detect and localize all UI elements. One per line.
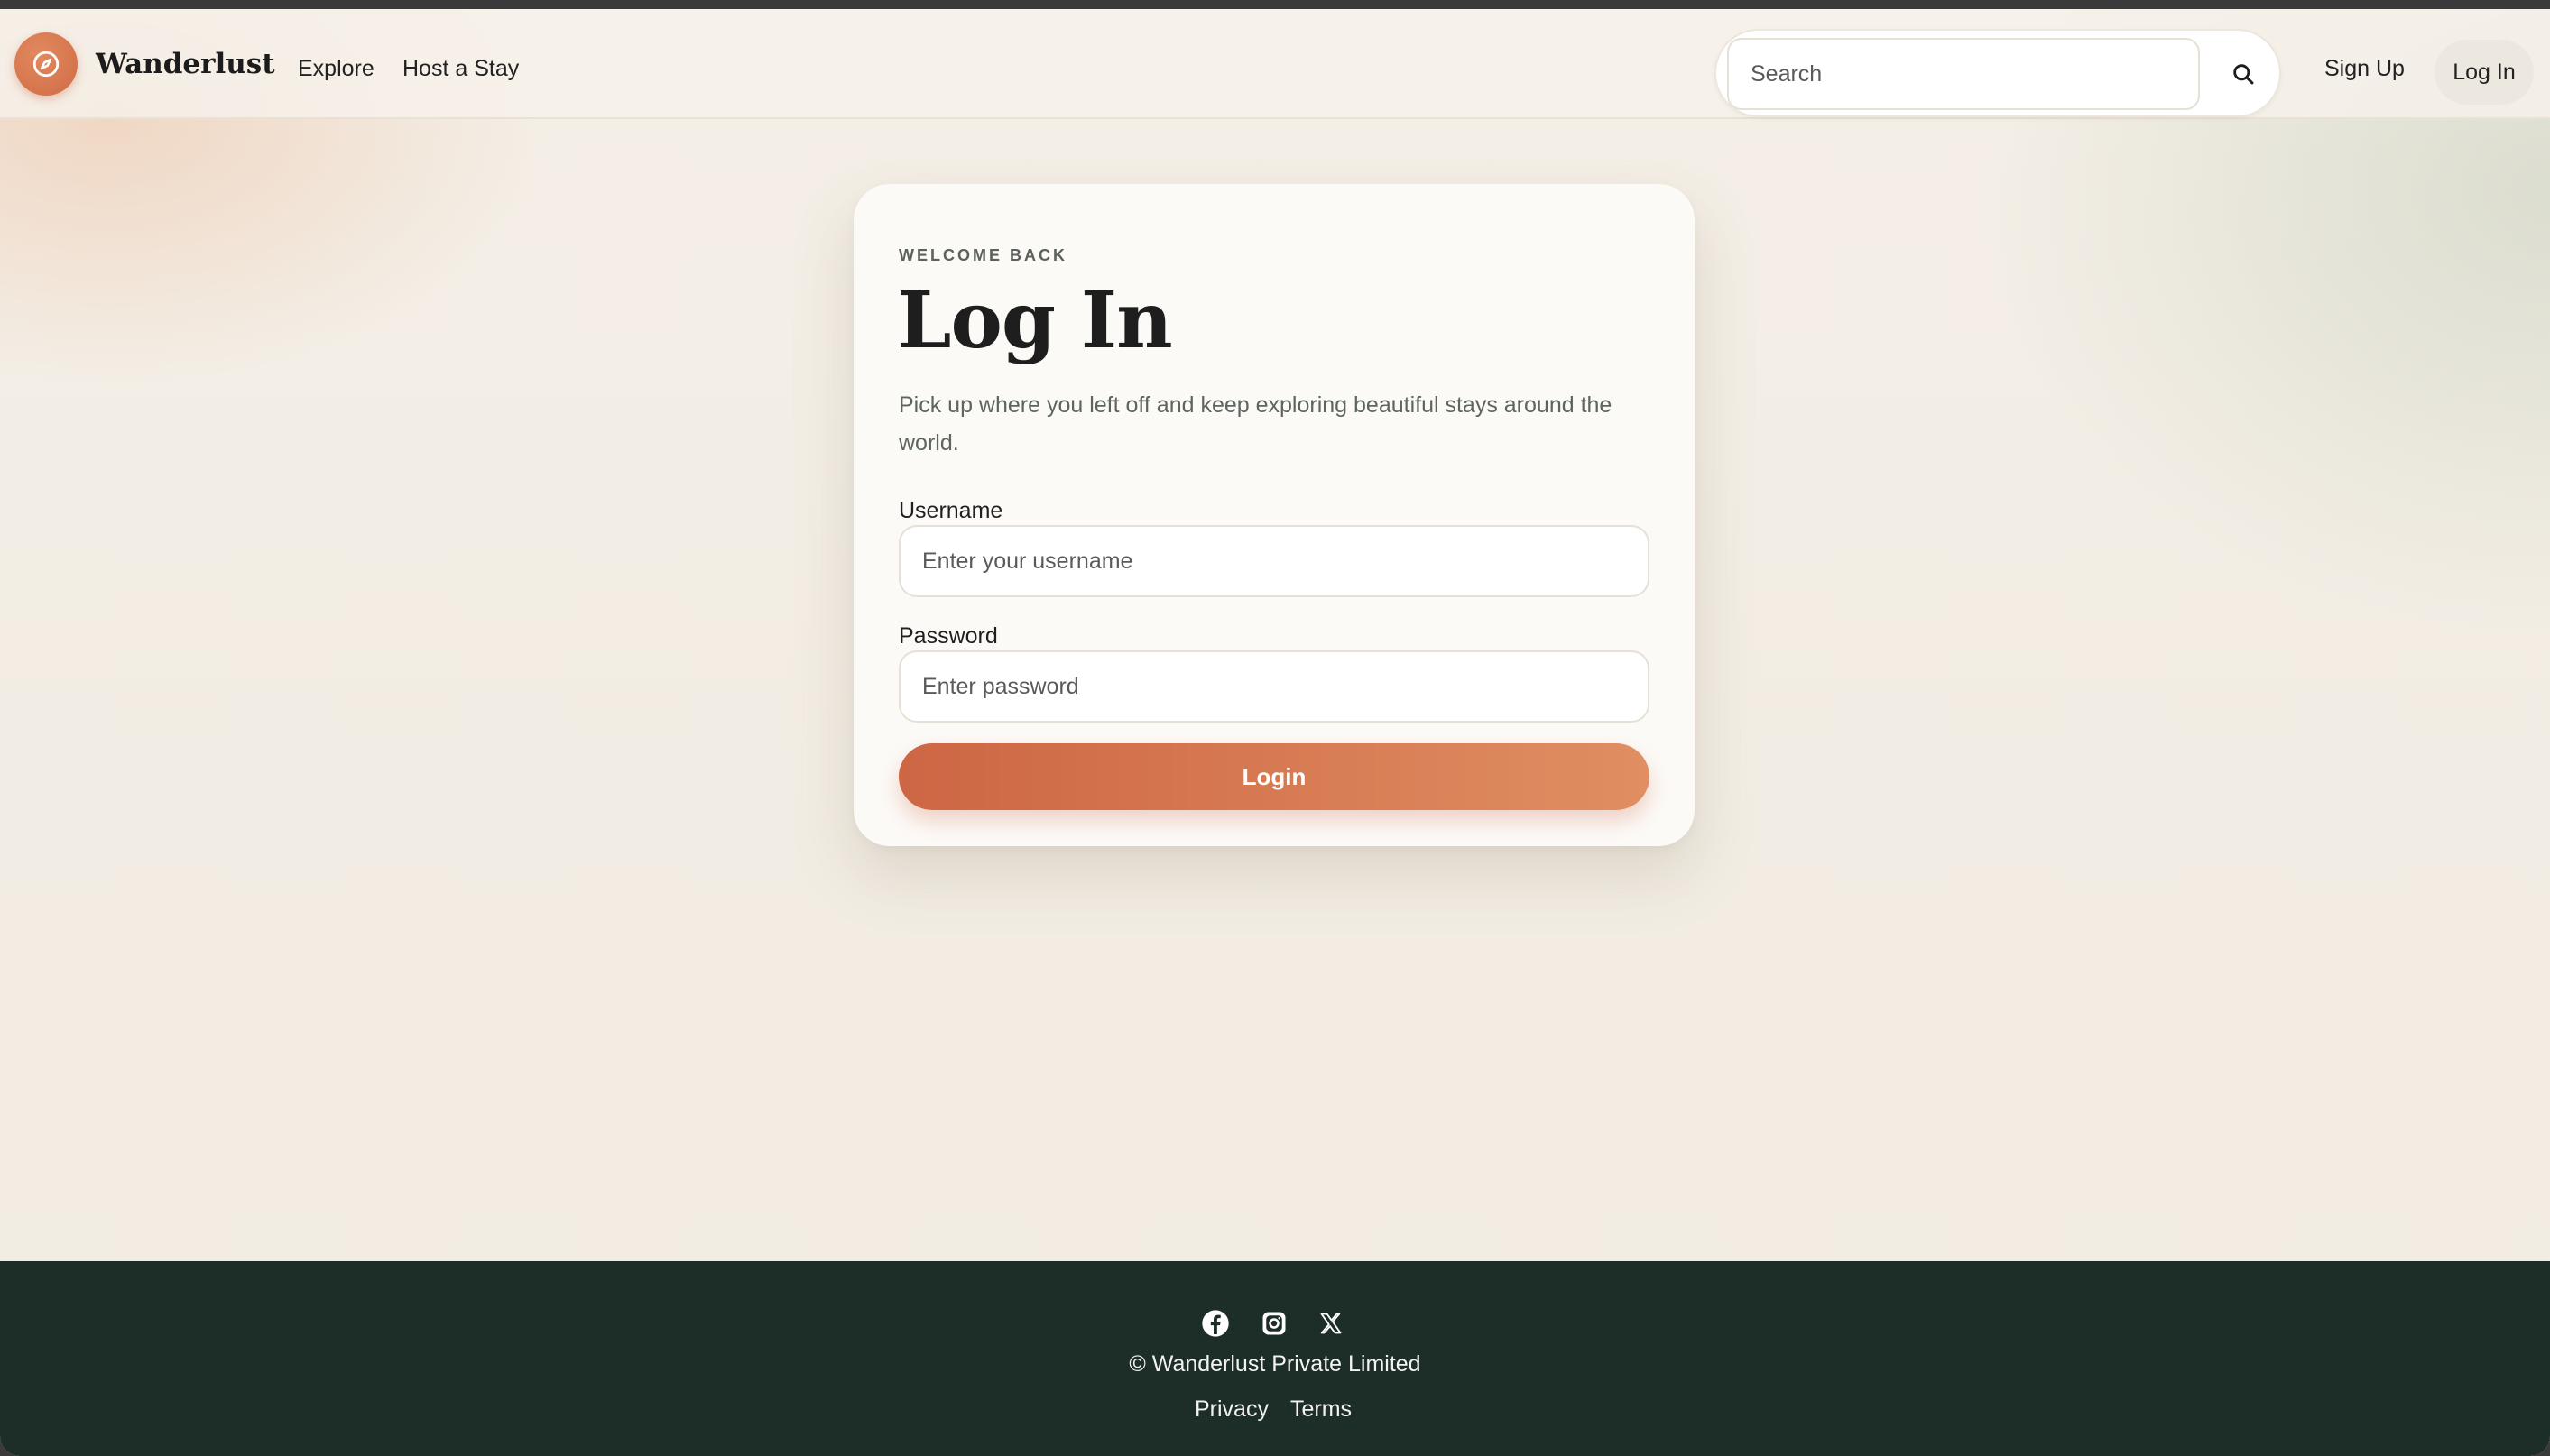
search-button[interactable] [2218, 49, 2268, 99]
page-subtitle: Pick up where you left off and keep expl… [899, 392, 1612, 456]
top-navbar: Wanderlust Explore Host a Stay Sign Up L… [0, 9, 2550, 119]
search-bar [1714, 29, 2281, 117]
search-icon [2233, 64, 2254, 85]
log-in-link[interactable]: Log In [2435, 40, 2534, 105]
footer: © Wanderlust Private Limited Privacy Ter… [0, 1261, 2550, 1456]
password-label: Password [899, 623, 998, 649]
browser-window: Wanderlust Explore Host a Stay Sign Up L… [0, 9, 2550, 1456]
nav-link-explore[interactable]: Explore [298, 58, 374, 80]
x-icon [1320, 1313, 1342, 1334]
username-label: Username [899, 498, 1003, 523]
brand-name[interactable]: Wanderlust [96, 51, 275, 78]
x-link[interactable] [1316, 1308, 1346, 1339]
sign-up-link[interactable]: Sign Up [2324, 58, 2405, 80]
facebook-icon [1202, 1310, 1229, 1337]
eyebrow-text: WELCOME BACK [899, 246, 1067, 264]
password-field[interactable] [899, 650, 1649, 723]
facebook-link[interactable] [1200, 1308, 1231, 1339]
footer-link-privacy[interactable]: Privacy [1195, 1398, 1269, 1421]
login-button[interactable]: Login [899, 743, 1649, 810]
instagram-link[interactable] [1259, 1308, 1289, 1339]
copyright-text: © Wanderlust Private Limited [1129, 1351, 1421, 1377]
nav-link-host-a-stay[interactable]: Host a Stay [402, 58, 519, 80]
page-title: Log In [897, 275, 1173, 366]
search-input[interactable] [1727, 38, 2200, 110]
footer-link-terms[interactable]: Terms [1290, 1398, 1352, 1421]
login-card: WELCOME BACK Log In Pick up where you le… [854, 184, 1695, 846]
username-field[interactable] [899, 525, 1649, 597]
logo-badge[interactable] [14, 32, 78, 96]
compass-icon [32, 51, 60, 78]
instagram-icon [1262, 1312, 1286, 1335]
